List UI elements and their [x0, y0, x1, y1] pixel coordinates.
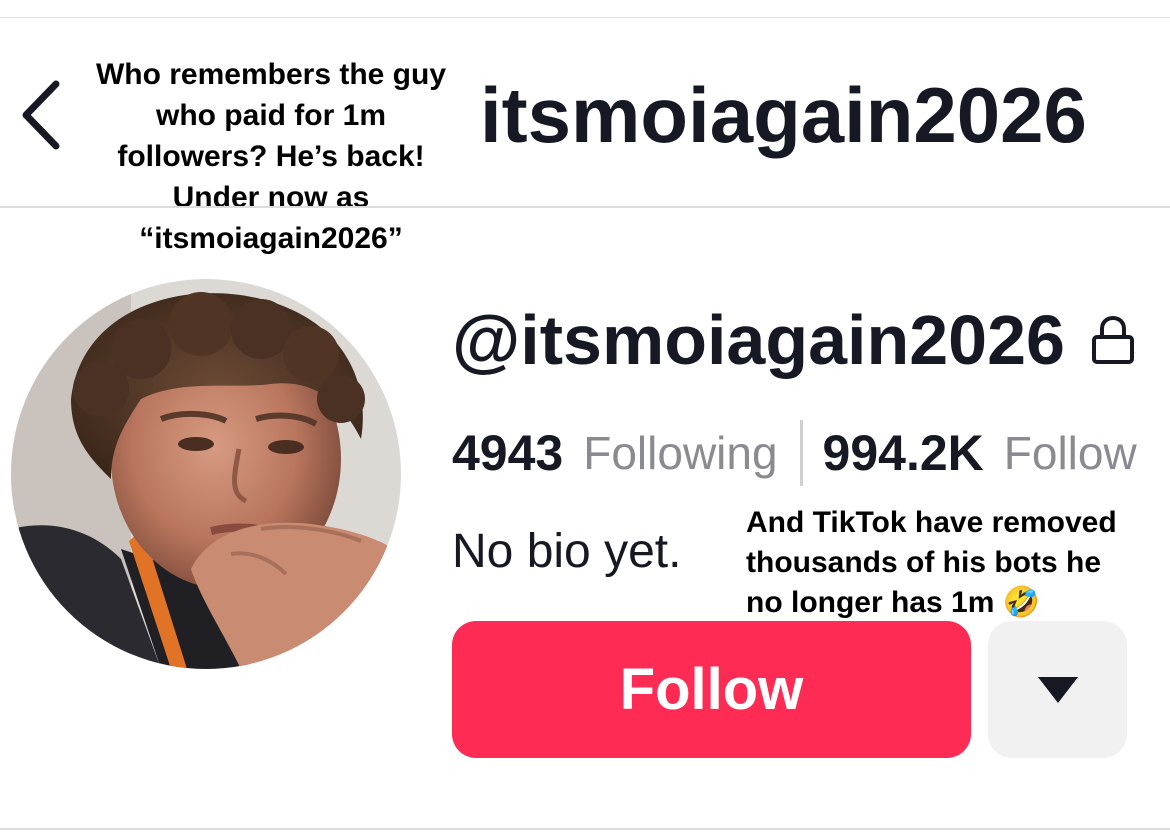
header-divider — [0, 206, 1170, 208]
caption-line: Who remembers the guy — [91, 58, 451, 91]
avatar-photo — [11, 279, 401, 669]
followers-label[interactable]: Follow — [1004, 426, 1137, 480]
more-options-button[interactable] — [988, 621, 1127, 758]
caret-down-icon — [1037, 676, 1078, 703]
chevron-left-icon — [22, 80, 60, 150]
bio-text: No bio yet. — [452, 525, 682, 578]
avatar[interactable] — [11, 279, 401, 669]
bottom-divider — [0, 828, 1170, 830]
caption-line: Under now as — [168, 181, 374, 214]
caption-line: who paid for 1m — [151, 99, 390, 132]
overlay-caption-top: Who remembers the guy who paid for 1m fo… — [66, 54, 476, 259]
caption-line: no longer has 1m 🤣 — [742, 586, 1045, 619]
caption-line: followers? He’s back! — [113, 140, 429, 173]
top-divider — [0, 17, 1170, 18]
caption-line: And TikTok have removed — [742, 506, 1121, 539]
caption-line: “itsmoiagain2026” — [135, 222, 407, 255]
username-row: @itsmoiagain2026 — [452, 300, 1135, 380]
followers-count[interactable]: 994.2K — [823, 424, 984, 482]
page-title: itsmoiagain2026 — [480, 71, 1087, 159]
follow-button[interactable]: Follow — [452, 621, 971, 758]
stats-row: 4943 Following 994.2K Follow — [452, 418, 1170, 488]
profile-screen: itsmoiagain2026 Who remembers the guy wh… — [0, 0, 1170, 834]
stats-divider — [799, 420, 803, 486]
caption-line: thousands of his bots he — [742, 546, 1106, 579]
back-button[interactable] — [14, 70, 74, 160]
following-label[interactable]: Following — [583, 426, 777, 480]
overlay-caption-side: And TikTok have removed thousands of his… — [742, 503, 1162, 623]
following-count[interactable]: 4943 — [452, 424, 563, 482]
lock-icon — [1091, 315, 1134, 364]
username: @itsmoiagain2026 — [452, 301, 1065, 379]
